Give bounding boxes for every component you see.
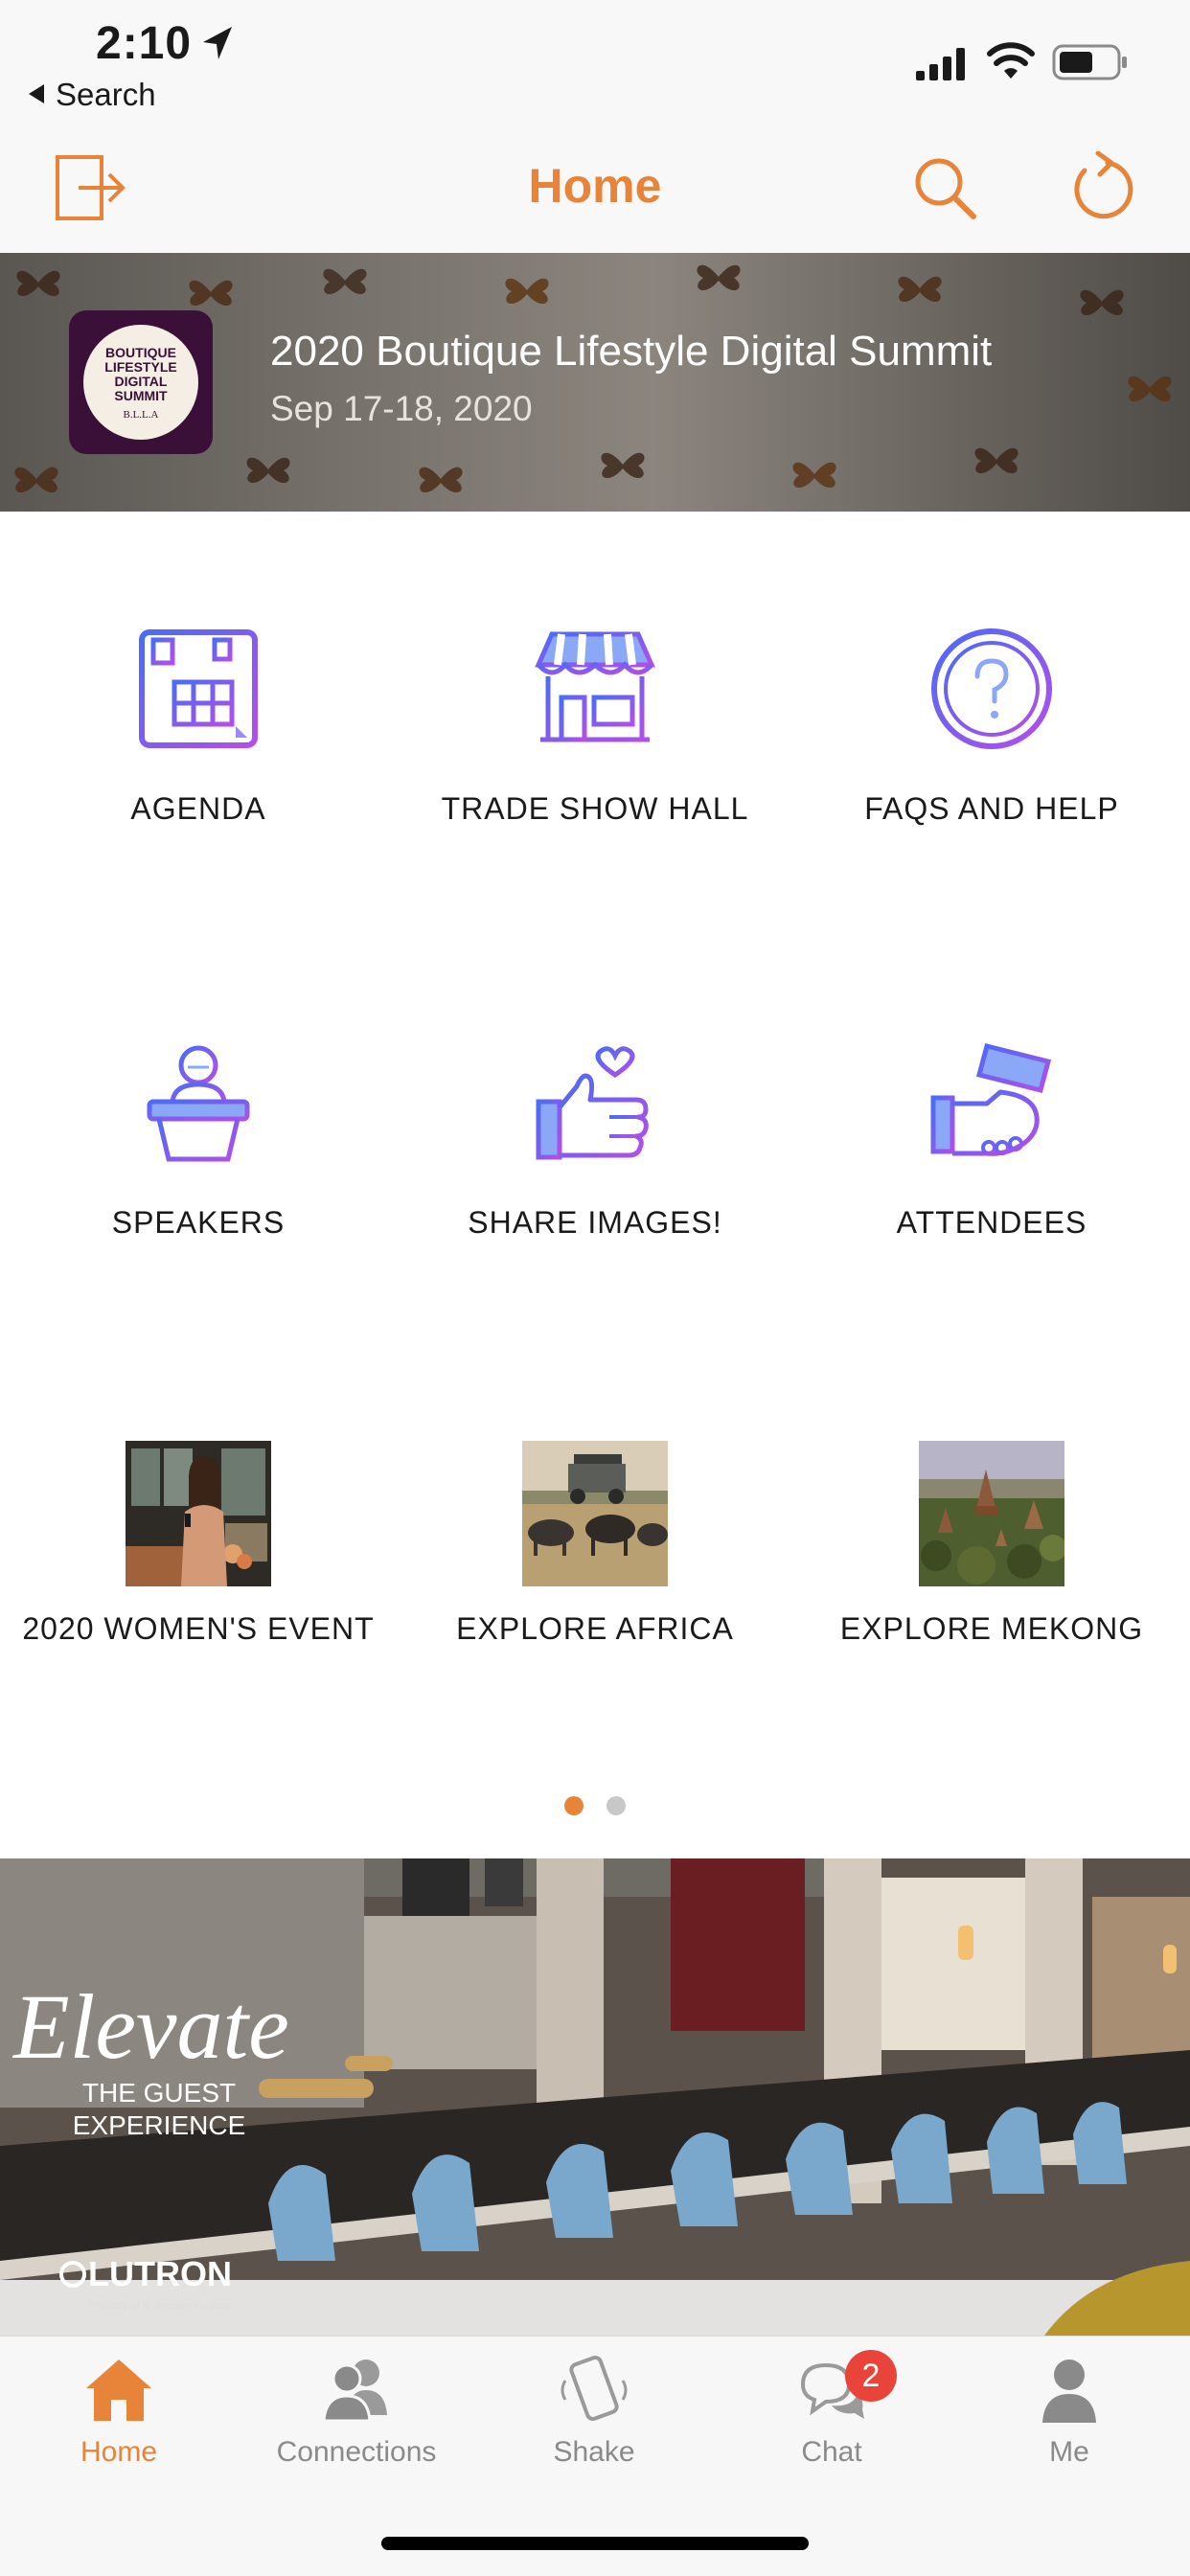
home-icon	[86, 2359, 151, 2421]
butterfly-decoration	[1080, 289, 1124, 316]
menu-item-explore-africa[interactable]: EXPLORE AFRICA	[397, 1441, 793, 1647]
menu-item-label: ATTENDEES	[896, 1205, 1087, 1240]
menu-item-speakers[interactable]: SPEAKERS	[0, 1040, 397, 1241]
event-logo: BOUTIQUE LIFESTYLE DIGITAL SUMMIT B.L.L.A	[69, 310, 213, 454]
page-dot-active[interactable]	[564, 1796, 584, 1815]
help-icon	[931, 628, 1052, 749]
calendar-icon	[139, 629, 258, 748]
menu-item-label: SPEAKERS	[111, 1205, 286, 1240]
storefront-icon	[535, 631, 655, 742]
event-banner[interactable]: BOUTIQUE LIFESTYLE DIGITAL SUMMIT B.L.L.A 2…	[0, 253, 1190, 512]
page-indicator[interactable]	[0, 1796, 1190, 1817]
event-title: 2020 Boutique Lifestyle Digital Summit	[270, 328, 993, 375]
photo-womens-event	[126, 1441, 271, 1586]
butterfly-decoration	[505, 278, 549, 305]
butterfly-decoration	[792, 462, 836, 489]
butterfly-decoration	[189, 280, 233, 307]
top-navigation-bar: 2:10 Search Home	[0, 0, 1190, 254]
butterfly-decoration	[14, 467, 58, 493]
butterfly-decoration	[419, 467, 463, 493]
photo-temples	[919, 1441, 1064, 1586]
tab-label: Connections	[276, 2436, 437, 2468]
search-icon[interactable]	[910, 153, 979, 222]
ad-photo-credit: Property of © Jennifer Hughes	[88, 2300, 231, 2312]
phone-shake-icon	[561, 2356, 628, 2421]
refresh-icon[interactable]	[1065, 151, 1134, 224]
menu-item-label: AGENDA	[130, 791, 266, 826]
menu-item-share-images[interactable]: SHARE IMAGES!	[397, 1040, 793, 1241]
tab-label: Shake	[553, 2436, 635, 2468]
sponsor-ad-banner[interactable]: Elevate THE GUEST EXPERIENCE LUTRON Prop…	[0, 1858, 1190, 2336]
tab-me[interactable]: Me	[950, 2352, 1188, 2469]
home-indicator[interactable]	[381, 2537, 809, 2550]
tab-shake[interactable]: Shake	[475, 2352, 713, 2469]
butterfly-decoration	[601, 452, 645, 479]
back-to-search-label: Search	[56, 77, 156, 112]
menu-item-label: EXPLORE MEKONG	[839, 1611, 1144, 1646]
menu-item-agenda[interactable]: AGENDA	[0, 627, 397, 827]
menu-item-attendees[interactable]: ATTENDEES	[793, 1040, 1190, 1241]
ad-headline: Elevate	[11, 1975, 289, 2078]
butterfly-decoration	[898, 276, 942, 303]
ad-tagline-line-1: THE GUEST	[82, 2078, 236, 2108]
back-arrow-icon	[29, 84, 44, 103]
page-dot[interactable]	[606, 1796, 626, 1815]
photo-safari	[522, 1441, 668, 1586]
people-icon	[322, 2359, 387, 2423]
tab-label: Home	[80, 2436, 158, 2468]
page-title: Home	[528, 159, 662, 213]
menu-item-explore-mekong[interactable]: EXPLORE MEKONG	[793, 1441, 1190, 1647]
butterfly-decoration	[1128, 376, 1172, 402]
handshake-icon	[930, 1042, 1052, 1156]
podium-icon	[147, 1045, 250, 1162]
tab-connections[interactable]: Connections	[238, 2352, 475, 2469]
menu-item-2020-womens-event[interactable]: 2020 WOMEN'S EVENT	[0, 1441, 397, 1647]
tab-label: Me	[1049, 2436, 1089, 2468]
person-icon	[1042, 2359, 1096, 2423]
butterfly-decoration	[974, 447, 1018, 474]
menu-item-label: SHARE IMAGES!	[468, 1205, 722, 1240]
status-time: 2:10	[96, 18, 193, 69]
cellular-signal-icon	[916, 48, 965, 80]
tab-chat[interactable]: Chat 2	[713, 2350, 950, 2469]
back-to-search-link[interactable]: Search	[29, 77, 156, 113]
butterfly-decoration	[246, 457, 290, 484]
menu-item-label: EXPLORE AFRICA	[456, 1611, 734, 1646]
event-logo-lettering: BOUTIQUE LIFESTYLE DIGITAL SUMMIT	[104, 345, 177, 403]
event-date: Sep 17-18, 2020	[270, 389, 533, 428]
chat-unread-badge: 2	[845, 2350, 897, 2402]
ad-tagline-line-2: EXPERIENCE	[73, 2110, 246, 2140]
tab-home[interactable]: Home	[0, 2352, 238, 2469]
menu-item-label: TRADE SHOW HALL	[441, 791, 749, 826]
menu-item-label: 2020 WOMEN'S EVENT	[22, 1611, 375, 1646]
event-logo-subtext: B.L.L.A	[123, 409, 159, 421]
menu-item-label: FAQS AND HELP	[864, 791, 1119, 826]
butterfly-decoration	[16, 270, 60, 297]
butterfly-decoration	[697, 264, 741, 291]
ad-brand: LUTRON	[88, 2254, 232, 2293]
thumbs-up-heart-icon	[536, 1046, 649, 1160]
menu-item-trade-show-hall[interactable]: TRADE SHOW HALL	[397, 627, 793, 827]
menu-item-faqs-and-help[interactable]: FAQS AND HELP	[793, 627, 1190, 827]
wifi-icon	[987, 42, 1035, 79]
butterfly-decoration	[323, 268, 367, 295]
location-arrow-icon	[203, 27, 232, 59]
battery-icon	[1052, 44, 1127, 80]
tab-label: Chat	[801, 2436, 862, 2468]
